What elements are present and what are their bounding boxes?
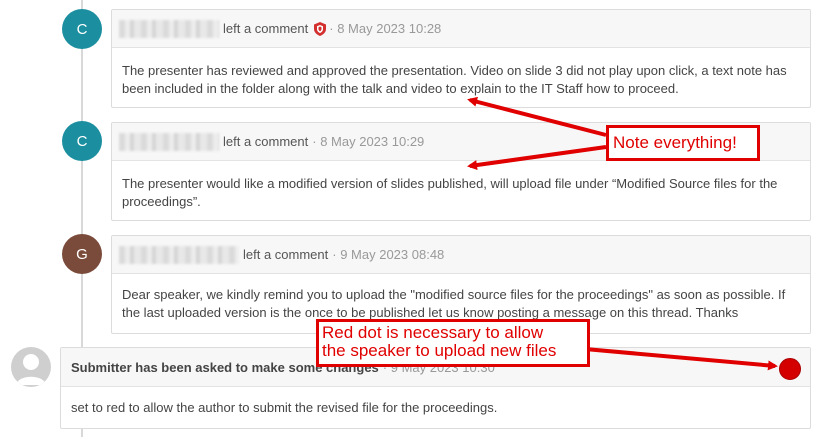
arrow-to-comment-2 [467,145,607,170]
arrow-to-comment-1 [467,96,607,137]
annotation-text: Red dot is necessary to allow [322,323,544,342]
annotation-arrows [467,96,778,371]
arrow-to-red-dot [584,347,778,371]
annotation-red-dot: Red dot is necessary to allow the speake… [316,319,590,367]
annotation-note-everything: Note everything! [606,125,760,161]
annotation-text: the speaker to upload new files [322,341,557,360]
annotation-text: Note everything! [613,133,737,152]
